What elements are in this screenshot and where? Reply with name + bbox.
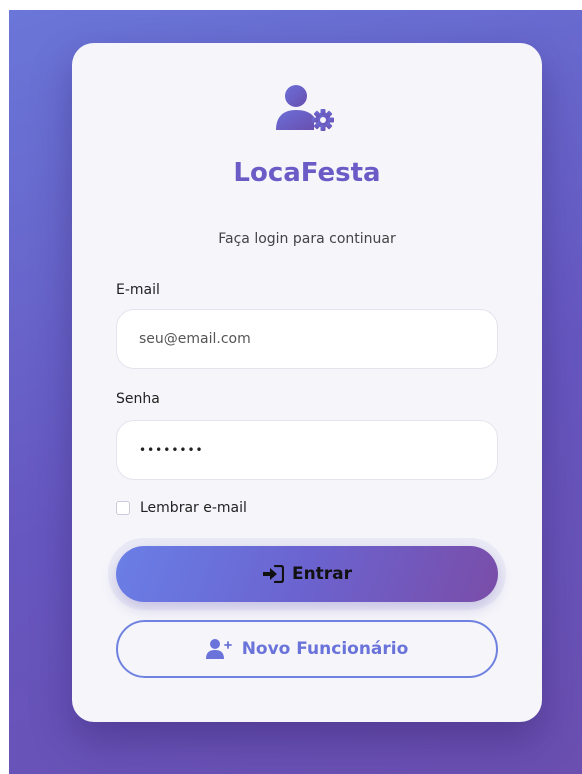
app-title: LocaFesta <box>233 158 381 188</box>
password-field[interactable] <box>116 420 498 480</box>
new-employee-button-label: Novo Funcionário <box>241 639 409 659</box>
user-plus-icon <box>205 639 232 659</box>
login-button-label: Entrar <box>291 564 353 584</box>
new-employee-button[interactable]: Novo Funcionário <box>116 620 498 678</box>
remember-email-row[interactable]: Lembrar e-mail <box>116 500 247 516</box>
user-gear-icon <box>274 84 340 134</box>
email-label: E-mail <box>116 282 160 298</box>
remember-email-label: Lembrar e-mail <box>140 500 247 516</box>
sign-in-icon <box>262 565 284 583</box>
password-label: Senha <box>116 391 160 407</box>
remember-email-checkbox[interactable] <box>116 501 130 515</box>
login-subtitle: Faça login para continuar <box>218 231 396 247</box>
login-button[interactable]: Entrar <box>116 546 498 602</box>
email-field[interactable] <box>116 309 498 369</box>
